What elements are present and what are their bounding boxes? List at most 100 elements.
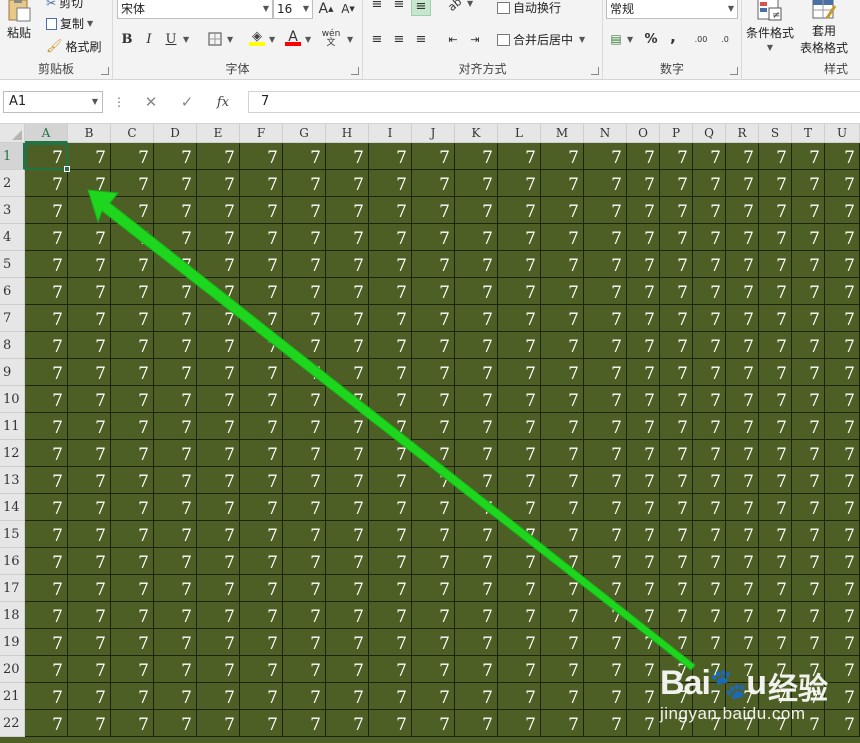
fill-color-dropdown-icon[interactable]: ▼ (269, 35, 275, 44)
grid-cell[interactable]: 7 (498, 467, 541, 494)
grid-cell[interactable]: 7 (412, 575, 455, 602)
fill-handle[interactable] (64, 166, 70, 172)
grid-cell[interactable]: 7 (412, 332, 455, 359)
align-left-button[interactable]: ≡ (367, 29, 387, 49)
grid-cell[interactable]: 7 (627, 143, 660, 170)
grid-cell[interactable]: 7 (455, 683, 498, 710)
grid-cell[interactable]: 7 (25, 548, 68, 575)
paste-button[interactable]: 粘贴 (6, 0, 32, 41)
grid-cell[interactable]: 7 (726, 332, 759, 359)
grid-cell[interactable]: 7 (412, 656, 455, 683)
underline-dropdown-icon[interactable]: ▼ (183, 35, 189, 44)
row-header-17[interactable]: 17 (0, 575, 25, 602)
grid-cell[interactable]: 7 (369, 413, 412, 440)
grid-cell[interactable]: 7 (541, 386, 584, 413)
grid-cell[interactable]: 7 (792, 386, 825, 413)
grid-cell[interactable]: 7 (68, 143, 111, 170)
grid-cell[interactable]: 7 (326, 251, 369, 278)
grid-cell[interactable]: 7 (154, 170, 197, 197)
grid-cell[interactable]: 7 (825, 494, 860, 521)
grid-cell[interactable]: 7 (326, 359, 369, 386)
grid-cell[interactable]: 7 (197, 494, 240, 521)
grid-cell[interactable]: 7 (369, 251, 412, 278)
grid-cell[interactable]: 7 (584, 332, 627, 359)
grid-cell[interactable]: 7 (283, 548, 326, 575)
grid-cell[interactable]: 7 (726, 386, 759, 413)
grid-cell[interactable]: 7 (369, 656, 412, 683)
grid-cell[interactable]: 7 (412, 197, 455, 224)
grid-cell[interactable]: 7 (541, 467, 584, 494)
grid-cell[interactable]: 7 (111, 710, 154, 737)
grid-cell[interactable]: 7 (498, 305, 541, 332)
grid-cell[interactable]: 7 (584, 386, 627, 413)
grid-cell[interactable]: 7 (726, 494, 759, 521)
format-painter-button[interactable]: 🖌 格式刷 (46, 38, 102, 55)
grid-cell[interactable]: 7 (584, 683, 627, 710)
copy-dropdown-icon[interactable]: ▼ (87, 19, 93, 28)
grid-cell[interactable]: 7 (498, 170, 541, 197)
grid-cell[interactable]: 7 (792, 170, 825, 197)
grid-cell[interactable]: 7 (660, 548, 693, 575)
row-header-11[interactable]: 11 (0, 413, 25, 440)
grid-cell[interactable]: 7 (25, 413, 68, 440)
grid-cell[interactable]: 7 (627, 683, 660, 710)
grid-cell[interactable]: 7 (726, 602, 759, 629)
grid-cell[interactable]: 7 (369, 521, 412, 548)
grid-cell[interactable]: 7 (498, 629, 541, 656)
grid-cell[interactable]: 7 (154, 386, 197, 413)
grid-cell[interactable]: 7 (792, 602, 825, 629)
grid-cell[interactable]: 7 (726, 224, 759, 251)
grid-cell[interactable]: 7 (369, 143, 412, 170)
grid-cell[interactable]: 7 (759, 305, 792, 332)
grid-cell[interactable]: 7 (326, 440, 369, 467)
grid-cell[interactable]: 7 (326, 305, 369, 332)
grid-cell[interactable]: 7 (541, 656, 584, 683)
grid-cell[interactable]: 7 (68, 251, 111, 278)
grid-cell[interactable]: 7 (541, 251, 584, 278)
grid-cell[interactable]: 7 (584, 170, 627, 197)
grid-cell[interactable]: 7 (825, 332, 860, 359)
grid-cell[interactable]: 7 (369, 710, 412, 737)
grid-cell[interactable]: 7 (825, 170, 860, 197)
grid-cell[interactable]: 7 (792, 521, 825, 548)
grid-cell[interactable]: 7 (541, 629, 584, 656)
merge-center-dropdown-icon[interactable]: ▼ (579, 35, 585, 44)
grid-cell[interactable]: 7 (498, 251, 541, 278)
grid-cell[interactable]: 7 (154, 332, 197, 359)
grid-cell[interactable]: 7 (25, 224, 68, 251)
grid-cell[interactable]: 7 (369, 683, 412, 710)
grid-cell[interactable]: 7 (455, 359, 498, 386)
grid-cell[interactable]: 7 (726, 413, 759, 440)
grid-cell[interactable]: 7 (240, 467, 283, 494)
row-header-10[interactable]: 10 (0, 386, 25, 413)
align-center-button[interactable]: ≡ (389, 29, 409, 49)
grid-cell[interactable]: 7 (660, 359, 693, 386)
grid-cell[interactable]: 7 (455, 224, 498, 251)
grid-cell[interactable]: 7 (726, 521, 759, 548)
grid-cell[interactable]: 7 (369, 548, 412, 575)
grid-cell[interactable]: 7 (240, 143, 283, 170)
grid-cell[interactable]: 7 (369, 278, 412, 305)
merge-center-button[interactable]: 合并后居中 ▼ (497, 31, 585, 48)
grid-cell[interactable]: 7 (627, 305, 660, 332)
grid-cell[interactable]: 7 (759, 278, 792, 305)
row-header-8[interactable]: 8 (0, 332, 25, 359)
grid-cell[interactable]: 7 (369, 224, 412, 251)
grid-cell[interactable]: 7 (627, 332, 660, 359)
grid-cell[interactable]: 7 (283, 629, 326, 656)
grid-cell[interactable]: 7 (455, 710, 498, 737)
grid-cell[interactable]: 7 (25, 494, 68, 521)
grid-cell[interactable]: 7 (627, 602, 660, 629)
row-header-9[interactable]: 9 (0, 359, 25, 386)
grid-cell[interactable]: 7 (326, 332, 369, 359)
grid-cell[interactable]: 7 (326, 656, 369, 683)
grid-cell[interactable]: 7 (412, 386, 455, 413)
grid-cell[interactable]: 7 (154, 521, 197, 548)
grid-cell[interactable]: 7 (541, 710, 584, 737)
grid-cell[interactable]: 7 (627, 413, 660, 440)
grid-cell[interactable]: 7 (240, 710, 283, 737)
column-header-o[interactable]: O (627, 124, 660, 143)
grid-cell[interactable]: 7 (825, 251, 860, 278)
grid-cell[interactable]: 7 (111, 440, 154, 467)
conditional-format-button[interactable]: ≠ 条件格式 ▼ (746, 0, 794, 52)
